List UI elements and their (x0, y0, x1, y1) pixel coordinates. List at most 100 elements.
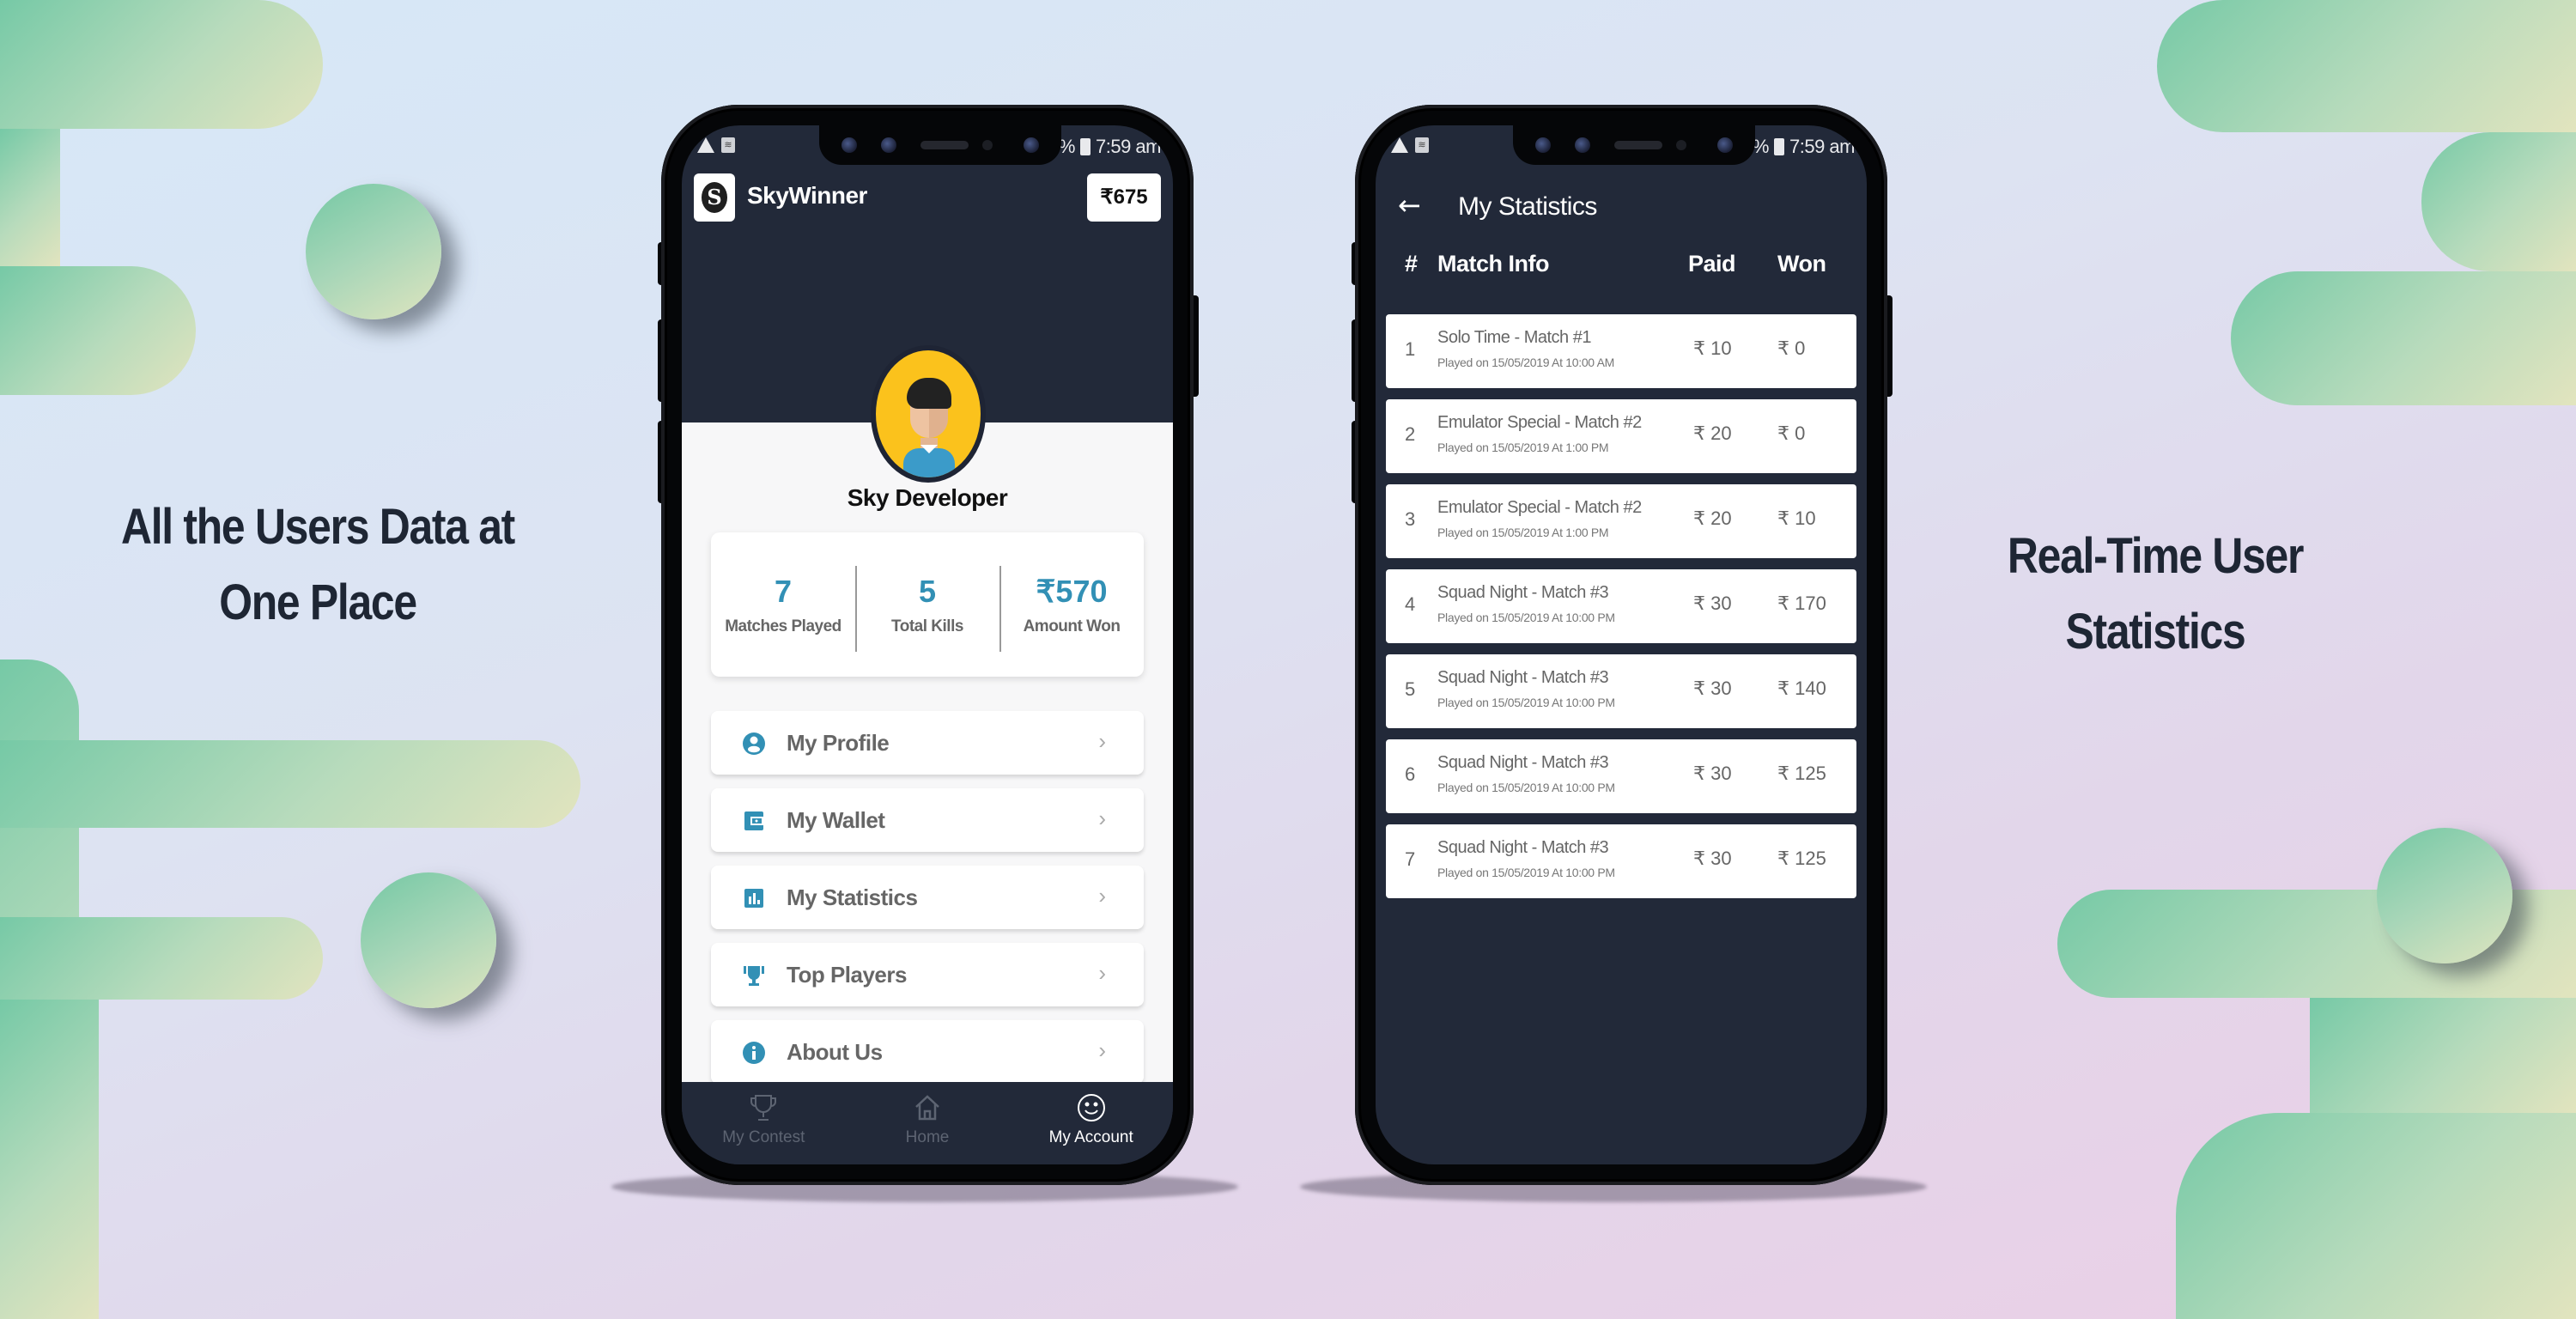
chevron-right-icon: › (1098, 805, 1106, 831)
table-row[interactable]: 6 Squad Night - Match #3 Played on 15/05… (1386, 739, 1856, 813)
row-number: 6 (1405, 763, 1416, 785)
bar-chart-icon (744, 889, 763, 908)
column-header-number: # (1405, 251, 1418, 277)
back-arrow-icon[interactable]: ← (1398, 189, 1421, 222)
table-row[interactable]: 4 Squad Night - Match #3 Played on 15/05… (1386, 569, 1856, 643)
menu-label: My Statistics (787, 884, 918, 910)
stat-label: Amount Won (1023, 617, 1121, 635)
column-header-won: Won (1777, 251, 1826, 277)
table-row[interactable]: 2 Emulator Special - Match #2 Played on … (1386, 399, 1856, 473)
match-title: Squad Night - Match #3 (1437, 668, 1609, 687)
match-played-date: Played on 15/05/2019 At 10:00 PM (1437, 611, 1615, 624)
match-played-date: Played on 15/05/2019 At 10:00 AM (1437, 356, 1615, 369)
nav-label: My Account (1048, 1128, 1133, 1146)
row-number: 5 (1405, 678, 1416, 700)
menu-item-my-profile[interactable]: My Profile › (711, 711, 1144, 775)
entry-paid: ₹ 30 (1693, 678, 1732, 699)
bg-blob-top-left-tab (0, 266, 196, 395)
home-icon (915, 1095, 939, 1121)
bg-blob-bottom-right-mid (2310, 998, 2576, 1113)
table-row[interactable]: 3 Emulator Special - Match #2 Played on … (1386, 484, 1856, 558)
clock: 7:59 am (1096, 136, 1162, 157)
amount-won: ₹ 0 (1777, 337, 1806, 359)
row-number: 7 (1405, 848, 1416, 870)
table-row[interactable]: 7 Squad Night - Match #3 Played on 15/05… (1386, 824, 1856, 898)
amount-won: ₹ 140 (1777, 678, 1826, 699)
notch (1513, 125, 1755, 165)
trophy-outline-icon (750, 1095, 777, 1121)
stat-value: ₹570 (1036, 574, 1108, 609)
nav-my-account[interactable]: My Account (1009, 1082, 1173, 1164)
phone-profile: ≋ 71% 7:59 am S SkyWinner ₹675 Sky Devel… (661, 105, 1194, 1185)
bg-blob-top-right-mid (2421, 132, 2576, 271)
nav-home[interactable]: Home (846, 1082, 1010, 1164)
bg-blob-bottom-left-foot (0, 1000, 99, 1319)
match-title: Squad Night - Match #3 (1437, 838, 1609, 857)
match-title: Solo Time - Match #1 (1437, 328, 1591, 347)
logo-icon: S (702, 182, 727, 213)
stat-label: Total Kills (891, 617, 963, 635)
app-title: SkyWinner (747, 182, 867, 209)
nav-my-contest[interactable]: My Contest (682, 1082, 846, 1164)
user-name: Sky Developer (847, 484, 1008, 511)
wallet-balance-button[interactable]: ₹675 (1087, 173, 1161, 222)
menu-label: About Us (787, 1039, 883, 1065)
bg-blob-top-right-tab (2231, 271, 2576, 405)
amount-won: ₹ 10 (1777, 508, 1816, 529)
row-number: 4 (1405, 593, 1416, 615)
menu-item-about-us[interactable]: About Us › (711, 1020, 1144, 1084)
earpiece-speaker (1614, 141, 1662, 149)
nav-label: My Contest (722, 1128, 805, 1146)
statistics-header: ← My Statistics (1376, 180, 1867, 232)
chevron-right-icon: › (1098, 728, 1106, 754)
warning-icon (1391, 137, 1408, 153)
entry-paid: ₹ 20 (1693, 508, 1732, 529)
tagline-right-line-2: Statistics (2065, 604, 2246, 660)
bg-blob-bottom-right-foot (2176, 1113, 2576, 1319)
chevron-right-icon: › (1098, 960, 1106, 986)
info-icon (743, 1042, 765, 1064)
menu-item-my-statistics[interactable]: My Statistics › (711, 866, 1144, 929)
match-played-date: Played on 15/05/2019 At 10:00 PM (1437, 696, 1615, 709)
front-camera-icon (1717, 137, 1733, 153)
camera-icon (1535, 137, 1551, 153)
statistics-screen: ≋ 71% 7:59 am ← My Statistics # Match In… (1376, 125, 1867, 1164)
camera-icon (1575, 137, 1590, 153)
match-played-date: Played on 15/05/2019 At 10:00 PM (1437, 781, 1615, 794)
tagline-left: All the Users Data at One Place (88, 489, 546, 641)
tagline-right: Real-Time User Statistics (1926, 519, 2384, 670)
tagline-right-line-1: Real-Time User (2007, 528, 2305, 584)
app-logo: S (694, 173, 735, 222)
trophy-icon (744, 966, 764, 986)
entry-paid: ₹ 30 (1693, 848, 1732, 869)
menu-label: My Profile (787, 730, 890, 756)
table-row[interactable]: 5 Squad Night - Match #3 Played on 15/05… (1386, 654, 1856, 728)
phone-statistics: ≋ 71% 7:59 am ← My Statistics # Match In… (1355, 105, 1887, 1185)
tagline-left-line-1: All the Users Data at (120, 499, 515, 555)
match-title: Squad Night - Match #3 (1437, 753, 1609, 772)
camera-icon (881, 137, 896, 153)
nav-label: Home (905, 1128, 950, 1146)
tagline-left-line-2: One Place (219, 574, 417, 630)
column-header-paid: Paid (1688, 251, 1736, 277)
entry-paid: ₹ 10 (1693, 337, 1732, 359)
table-row[interactable]: 1 Solo Time - Match #1 Played on 15/05/2… (1386, 314, 1856, 388)
user-circle-icon (743, 732, 765, 755)
smiley-icon (1077, 1094, 1105, 1121)
avatar-hair (907, 378, 951, 409)
chevron-right-icon: › (1098, 883, 1106, 909)
battery-icon (1080, 138, 1091, 155)
proximity-sensor (1676, 140, 1686, 150)
avatar (871, 345, 986, 483)
app-header: S SkyWinner ₹675 (694, 172, 1161, 223)
table-header: # Match Info Paid Won (1376, 251, 1867, 285)
chevron-right-icon: › (1098, 1037, 1106, 1063)
match-title: Emulator Special - Match #2 (1437, 413, 1642, 432)
menu-item-my-wallet[interactable]: My Wallet › (711, 788, 1144, 852)
row-number: 3 (1405, 508, 1416, 530)
bg-blob-bottom-left-arm (0, 740, 580, 828)
menu-item-top-players[interactable]: Top Players › (711, 943, 1144, 1006)
stat-value: 7 (774, 574, 793, 609)
battery-icon (1774, 138, 1784, 155)
wallet-icon (744, 811, 763, 830)
